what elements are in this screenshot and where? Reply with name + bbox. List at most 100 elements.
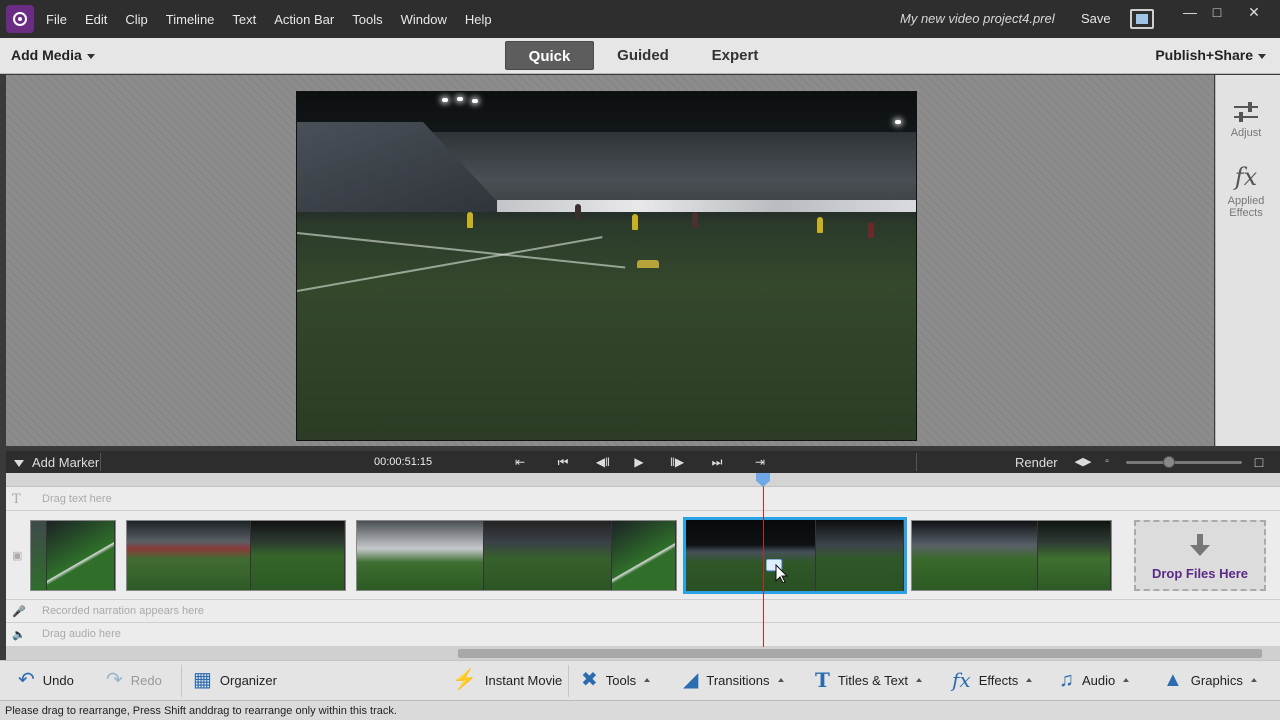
narration-track[interactable]: 🎤 Recorded narration appears here xyxy=(6,600,1280,623)
applied-effects-button[interactable]: fx Applied Effects xyxy=(1216,163,1276,219)
menu-clip[interactable]: Clip xyxy=(125,12,147,27)
fullscreen-icon[interactable] xyxy=(1130,9,1154,29)
add-media-button[interactable]: Add Media xyxy=(11,47,95,63)
adjust-sliders-icon xyxy=(1234,102,1258,122)
caret-up-icon xyxy=(1026,678,1033,682)
organizer-label: Organizer xyxy=(219,672,277,688)
video-track-icon: ▣ xyxy=(12,550,23,562)
zoom-out-icon[interactable]: ▫ xyxy=(1096,454,1118,470)
undo-button[interactable]: ↶ Undo xyxy=(18,669,74,691)
menu-action-bar[interactable]: Action Bar xyxy=(274,12,334,27)
undo-label: Undo xyxy=(42,672,74,688)
go-to-end-icon[interactable]: ⇥ xyxy=(749,454,771,470)
publish-share-button[interactable]: Publish+Share xyxy=(1155,47,1266,63)
go-to-start-icon[interactable]: ⇤ xyxy=(509,454,531,470)
organizer-grid-icon: ▦ xyxy=(193,669,212,691)
zoom-slider-thumb[interactable] xyxy=(1163,456,1175,468)
minimize-icon[interactable]: — xyxy=(1177,4,1203,20)
audio-button[interactable]: ♫ Audio xyxy=(1059,669,1130,691)
tab-quick[interactable]: Quick xyxy=(505,41,594,70)
tools-button[interactable]: ✖ Tools xyxy=(581,669,651,691)
play-icon[interactable]: ▶ xyxy=(628,454,650,470)
add-marker-label: Add Marker xyxy=(32,455,100,470)
chevron-down-icon xyxy=(86,53,95,59)
timeline-ruler[interactable] xyxy=(6,473,1280,487)
undo-icon: ↶ xyxy=(18,669,35,691)
app-logo-icon xyxy=(6,5,34,33)
save-button[interactable]: Save xyxy=(1081,11,1111,26)
graphics-icon: ▲ xyxy=(1163,669,1183,691)
zoom-slider-track[interactable] xyxy=(1126,461,1242,464)
add-media-label: Add Media xyxy=(11,47,82,63)
arrow-down-icon xyxy=(1190,534,1210,556)
tools-label: Tools xyxy=(605,672,637,688)
fx-icon: fx xyxy=(1234,163,1258,191)
step-forward-icon[interactable]: ‖▶ xyxy=(666,454,688,470)
graphics-label: Graphics xyxy=(1190,672,1243,688)
drop-files-zone[interactable]: Drop Files Here xyxy=(1134,520,1266,591)
zoom-in-icon[interactable]: □ xyxy=(1248,454,1270,470)
video-clip[interactable] xyxy=(911,520,1112,591)
video-clip[interactable] xyxy=(126,520,346,591)
audio-track[interactable]: 🔈 Drag audio here xyxy=(6,623,1280,647)
step-back-icon[interactable]: ◀‖ xyxy=(592,454,614,470)
previous-edit-icon[interactable]: ⏮ xyxy=(552,454,574,470)
text-track[interactable]: T Drag text here xyxy=(6,487,1280,511)
chevron-down-icon xyxy=(1258,53,1266,59)
project-title: My new video project4.prel xyxy=(900,11,1055,26)
audio-label: Audio xyxy=(1082,672,1116,688)
playhead[interactable] xyxy=(763,473,764,647)
caret-up-icon xyxy=(915,678,922,682)
adjust-button[interactable]: Adjust xyxy=(1216,101,1276,139)
tab-guided[interactable]: Guided xyxy=(604,41,682,70)
instant-movie-button[interactable]: ⚡ Instant Movie xyxy=(452,669,563,691)
transitions-button[interactable]: ◢ Transitions xyxy=(683,669,784,691)
video-preview[interactable] xyxy=(296,91,917,441)
menu-text[interactable]: Text xyxy=(232,12,256,27)
menu-bar: File Edit Clip Timeline Text Action Bar … xyxy=(0,0,1280,38)
transitions-label: Transitions xyxy=(706,672,770,688)
monitor-panel xyxy=(6,75,1214,446)
next-edit-icon[interactable]: ⏭ xyxy=(706,454,728,470)
adjust-label: Adjust xyxy=(1230,127,1262,139)
timeline-control-bar: Add Marker 00:00:51:15 ⇤ ⏮ ◀‖ ▶ ‖▶ ⏭ ⇥ R… xyxy=(6,451,1280,473)
publish-share-label: Publish+Share xyxy=(1155,47,1253,63)
close-icon[interactable]: ✕ xyxy=(1241,4,1267,21)
tab-expert[interactable]: Expert xyxy=(696,41,774,70)
maximize-icon[interactable]: □ xyxy=(1204,4,1230,20)
menu-edit[interactable]: Edit xyxy=(85,12,107,27)
menu-file[interactable]: File xyxy=(46,12,67,27)
menu-window[interactable]: Window xyxy=(401,12,447,27)
titles-text-label: Titles & Text xyxy=(837,672,908,688)
transitions-icon: ◢ xyxy=(683,669,699,691)
audio-track-hint: Drag audio here xyxy=(42,628,121,640)
right-panel: Adjust fx Applied Effects xyxy=(1215,75,1280,446)
menu-help[interactable]: Help xyxy=(465,12,492,27)
speaker-icon: 🔈 xyxy=(12,629,26,641)
timeline-tracks: T Drag text here ▣ Drop Files Here 🎤 Rec… xyxy=(6,473,1280,660)
timeline-scrollbar[interactable] xyxy=(6,647,1280,660)
scrollbar-thumb[interactable] xyxy=(458,649,1262,658)
tools-icon: ✖ xyxy=(581,669,598,691)
status-bar: Please drag to rearrange, Press Shift an… xyxy=(0,700,1280,720)
effects-button[interactable]: fx Effects xyxy=(952,670,1033,690)
lightning-icon: ⚡ xyxy=(452,669,477,691)
redo-button[interactable]: ↷ Redo xyxy=(106,670,162,690)
video-clip-selected[interactable] xyxy=(683,517,907,594)
instant-movie-label: Instant Movie xyxy=(484,672,563,688)
video-clip[interactable] xyxy=(30,520,116,591)
fit-timeline-icon[interactable]: ◀▶ xyxy=(1072,454,1094,470)
music-note-icon: ♫ xyxy=(1059,669,1074,691)
menu-timeline[interactable]: Timeline xyxy=(166,12,215,27)
titles-text-button[interactable]: T Titles & Text xyxy=(815,668,922,692)
video-clip[interactable] xyxy=(356,520,677,591)
menu-tools[interactable]: Tools xyxy=(352,12,382,27)
render-button[interactable]: Render xyxy=(1015,455,1058,470)
effects-label: Effects xyxy=(978,672,1019,688)
organizer-button[interactable]: ▦ Organizer xyxy=(193,669,277,691)
microphone-icon: 🎤 xyxy=(12,606,26,618)
applied-effects-label: Applied Effects xyxy=(1227,195,1265,219)
titles-icon: T xyxy=(815,668,830,692)
graphics-button[interactable]: ▲ Graphics xyxy=(1163,669,1257,691)
add-marker-button[interactable]: Add Marker xyxy=(14,455,99,470)
